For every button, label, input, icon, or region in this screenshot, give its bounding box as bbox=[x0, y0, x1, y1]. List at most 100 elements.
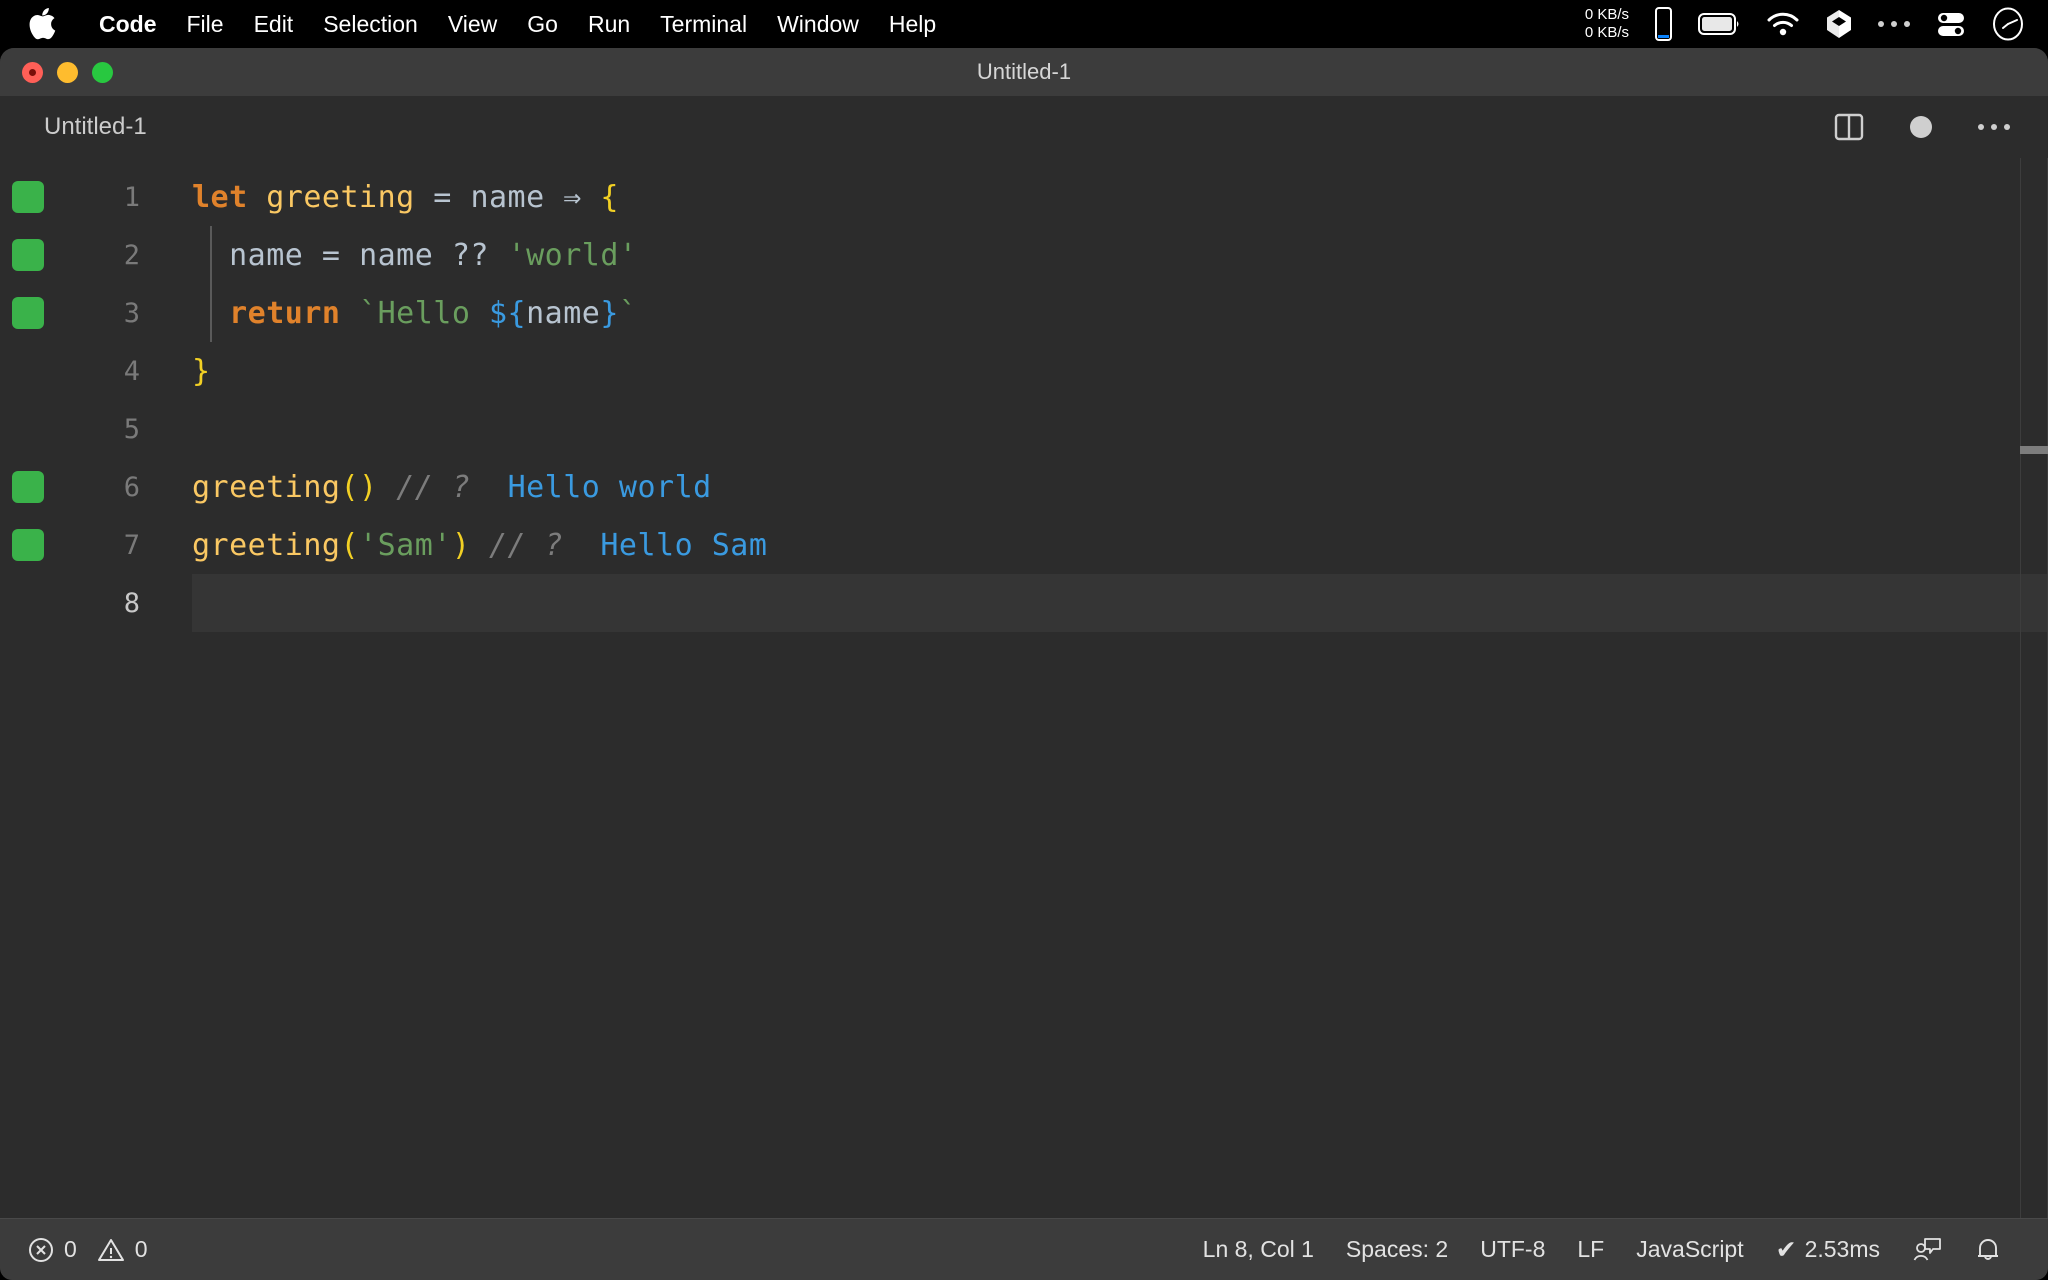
line-content[interactable]: name = name ?? 'world' bbox=[192, 238, 638, 273]
status-notifications[interactable] bbox=[1958, 1219, 2018, 1280]
status-encoding[interactable]: UTF-8 bbox=[1464, 1219, 1561, 1280]
line-number: 7 bbox=[0, 530, 140, 561]
notifications-bell-icon bbox=[1974, 1235, 2002, 1265]
editor-actions bbox=[1834, 112, 2048, 142]
status-problems[interactable]: 0 0 bbox=[28, 1219, 164, 1280]
more-actions-icon[interactable] bbox=[1978, 124, 2010, 130]
menu-item-edit[interactable]: Edit bbox=[239, 0, 309, 48]
code-token: let bbox=[192, 180, 248, 215]
editor-tab-bar: Untitled-1 bbox=[0, 96, 2048, 158]
line-content[interactable]: greeting('Sam') // ? Hello Sam bbox=[192, 528, 767, 563]
phone-icon[interactable] bbox=[1655, 7, 1672, 41]
menu-item-selection[interactable]: Selection bbox=[308, 0, 433, 48]
vscode-window: Untitled-1 Untitled-1 1let greet bbox=[0, 48, 2048, 1280]
close-button[interactable] bbox=[22, 62, 43, 83]
code-token bbox=[378, 470, 397, 505]
code-line[interactable]: 7 greeting('Sam') // ? Hello Sam bbox=[0, 516, 2048, 574]
control-center-icon[interactable] bbox=[1936, 9, 1966, 39]
code-token: Hello Sam bbox=[600, 528, 767, 563]
code-token: = bbox=[415, 180, 471, 215]
code-token: ${ bbox=[489, 296, 526, 331]
code-token: 'Sam' bbox=[359, 528, 452, 563]
code-token: name bbox=[229, 238, 303, 273]
menu-item-window[interactable]: Window bbox=[762, 0, 874, 48]
code-token: name bbox=[526, 296, 600, 331]
code-line[interactable]: 2 name = name ?? 'world' bbox=[0, 226, 2048, 284]
clock-icon[interactable] bbox=[1992, 7, 2024, 41]
network-upload-speed: 0 KB/s bbox=[1585, 6, 1629, 24]
code-token bbox=[582, 180, 601, 215]
code-editor[interactable]: 1let greeting = name ⇒ {2 name = name ??… bbox=[0, 158, 2048, 1218]
code-token: = bbox=[303, 238, 359, 273]
menu-item-go[interactable]: Go bbox=[512, 0, 573, 48]
menu-item-terminal[interactable]: Terminal bbox=[645, 0, 762, 48]
ruler-decoration-mark bbox=[2020, 446, 2048, 454]
window-title: Untitled-1 bbox=[0, 59, 2048, 85]
status-bar: 0 0 Ln 8, Col 1 Spaces: 2 UTF-8 LF JavaS… bbox=[0, 1218, 2048, 1280]
code-token: name bbox=[470, 180, 544, 215]
dropbox-icon[interactable] bbox=[1826, 9, 1852, 39]
code-token: ` bbox=[619, 296, 638, 331]
feedback-person-icon bbox=[1912, 1235, 1942, 1265]
menu-item-code[interactable]: Code bbox=[84, 0, 172, 48]
code-token: `Hello bbox=[359, 296, 489, 331]
menu-item-run[interactable]: Run bbox=[573, 0, 645, 48]
line-content[interactable]: let greeting = name ⇒ { bbox=[192, 180, 619, 215]
menu-item-view[interactable]: View bbox=[433, 0, 512, 48]
network-speed-indicator[interactable]: 0 KB/s 0 KB/s bbox=[1585, 6, 1629, 42]
battery-icon[interactable] bbox=[1698, 13, 1740, 35]
line-content[interactable]: } bbox=[192, 354, 211, 389]
status-eol[interactable]: LF bbox=[1561, 1219, 1620, 1280]
tab-label: Untitled-1 bbox=[44, 113, 147, 141]
code-line[interactable]: 8 bbox=[0, 574, 2048, 632]
warning-count: 0 bbox=[135, 1236, 148, 1263]
menu-item-file[interactable]: File bbox=[172, 0, 239, 48]
status-quokka[interactable]: ✔ 2.53ms bbox=[1760, 1219, 1896, 1280]
traffic-lights bbox=[22, 62, 113, 83]
code-token bbox=[470, 470, 507, 505]
menu-item-help[interactable]: Help bbox=[874, 0, 951, 48]
code-token: ⇒ bbox=[563, 180, 582, 215]
code-line[interactable]: 6 greeting() // ? Hello world bbox=[0, 458, 2048, 516]
status-bar-right: Ln 8, Col 1 Spaces: 2 UTF-8 LF JavaScrip… bbox=[1187, 1219, 2048, 1280]
maximize-button[interactable] bbox=[92, 62, 113, 83]
status-language-mode[interactable]: JavaScript bbox=[1620, 1219, 1759, 1280]
status-indentation[interactable]: Spaces: 2 bbox=[1330, 1219, 1464, 1280]
status-feedback[interactable] bbox=[1896, 1219, 1958, 1280]
error-circle-icon bbox=[28, 1237, 54, 1263]
line-content[interactable]: return `Hello ${name}` bbox=[192, 296, 638, 331]
ellipsis-dot bbox=[1904, 21, 1910, 27]
code-token bbox=[470, 528, 489, 563]
code-line[interactable]: 3 return `Hello ${name}` bbox=[0, 284, 2048, 342]
code-token: name bbox=[359, 238, 433, 273]
quokka-run-time: 2.53ms bbox=[1805, 1236, 1880, 1263]
ruler-border-left bbox=[2020, 158, 2021, 1218]
wifi-icon[interactable] bbox=[1766, 11, 1800, 37]
line-number: 6 bbox=[0, 472, 140, 503]
code-token bbox=[563, 528, 600, 563]
code-token: // ? bbox=[396, 470, 470, 505]
split-editor-icon[interactable] bbox=[1834, 112, 1864, 142]
code-token: greeting bbox=[192, 528, 341, 563]
code-token: greeting bbox=[192, 470, 341, 505]
status-cursor-position[interactable]: Ln 8, Col 1 bbox=[1187, 1219, 1330, 1280]
minimize-button[interactable] bbox=[57, 62, 78, 83]
code-line[interactable]: 4} bbox=[0, 342, 2048, 400]
line-content[interactable]: greeting() // ? Hello world bbox=[192, 470, 712, 505]
code-line[interactable]: 1let greeting = name ⇒ { bbox=[0, 168, 2048, 226]
line-number: 3 bbox=[0, 298, 140, 329]
code-token: // ? bbox=[489, 528, 563, 563]
macos-menu-bar: Code File Edit Selection View Go Run Ter… bbox=[0, 0, 2048, 48]
code-token: ) bbox=[452, 528, 471, 563]
code-token bbox=[248, 180, 267, 215]
code-line[interactable]: 5 bbox=[0, 400, 2048, 458]
tab-untitled-1[interactable]: Untitled-1 bbox=[0, 96, 179, 158]
window-titlebar: Untitled-1 bbox=[0, 48, 2048, 96]
overview-ruler[interactable] bbox=[2020, 158, 2048, 1218]
code-lines[interactable]: 1let greeting = name ⇒ {2 name = name ??… bbox=[0, 158, 2048, 632]
line-number: 8 bbox=[0, 588, 140, 619]
ellipsis-icon[interactable] bbox=[1878, 21, 1910, 27]
line-number: 4 bbox=[0, 356, 140, 387]
apple-logo-icon[interactable] bbox=[28, 7, 58, 41]
unsaved-dot-icon[interactable] bbox=[1910, 116, 1932, 138]
